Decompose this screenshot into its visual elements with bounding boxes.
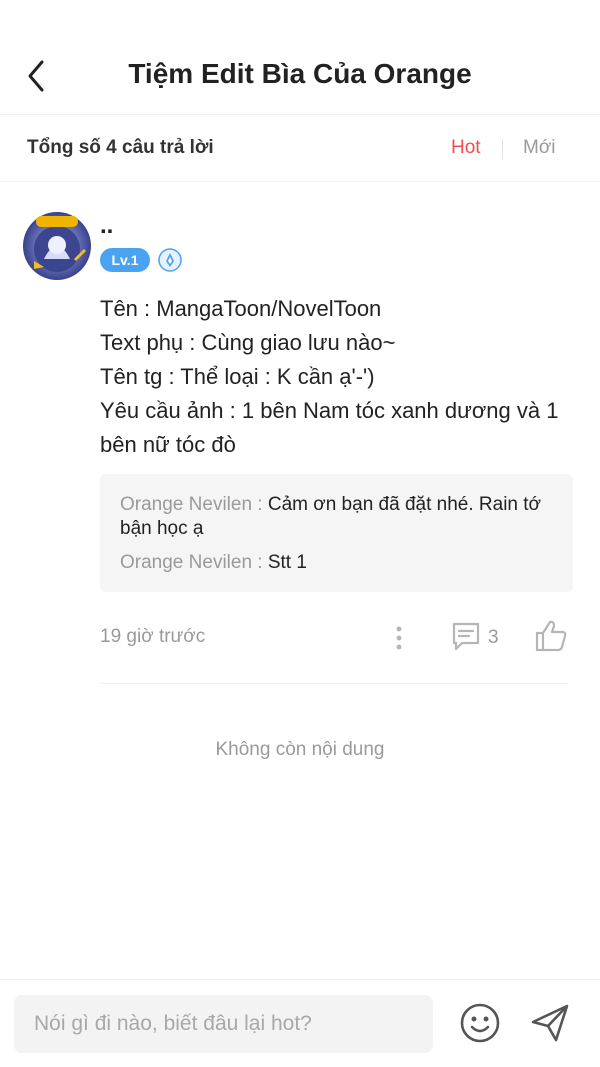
verified-badge-icon [158,248,182,272]
answer-count: Tổng số 4 câu trả lời [27,137,214,158]
comment-composer [0,979,600,1067]
sort-new-tab[interactable]: Mới [523,137,556,159]
page-title: Tiệm Edit Bìa Của Orange [128,58,472,89]
reply-item: Orange Nevilen : Stt 1 [120,551,560,575]
sort-hot-tab[interactable]: Hot [451,137,481,159]
end-of-list-text: Không còn nội dung [215,739,385,760]
sort-divider [502,139,503,159]
more-options-icon[interactable] [388,624,410,652]
emoji-button[interactable] [459,1002,501,1044]
level-badge: Lv.1 [100,248,150,272]
post-content: Tên : MangaToon/NovelToon Text phụ : Cùn… [100,292,580,462]
reply-text: Stt 1 [267,552,307,573]
thumbs-up-icon[interactable] [534,618,568,654]
username[interactable]: .. [100,212,113,240]
smiley-icon [460,1003,500,1043]
avatar[interactable] [22,211,92,281]
comment-input[interactable] [14,995,433,1053]
send-button[interactable] [528,1001,572,1045]
avatar-image [23,212,91,280]
divider [100,683,568,684]
post-line: Text phụ : Cùng giao lưu nào~ [100,330,396,355]
header: Tiệm Edit Bìa Của Orange [0,0,600,115]
comment-icon[interactable] [450,620,482,654]
screen: Tiệm Edit Bìa Của Orange Tổng số 4 câu t… [0,0,600,1067]
reply-item: Orange Nevilen : Cảm ơn bạn đã đặt nhé. … [120,493,560,541]
comment-count: 3 [488,627,499,648]
post-line: Tên : MangaToon/NovelToon [100,296,382,321]
post-line: Yêu cầu ảnh : 1 bên Nam tóc xanh dương v… [100,398,559,423]
answers-summary: Tổng số 4 câu trả lời Hot Mới [0,115,600,182]
send-icon [531,1004,569,1042]
reply-author: Orange Nevilen : [120,494,268,515]
post-line: Tên tg : Thể loại : K cần ạ'-') [100,364,375,389]
reply-author: Orange Nevilen : [120,552,268,573]
post-time: 19 giờ trước [100,626,206,647]
replies-preview[interactable]: Orange Nevilen : Cảm ơn bạn đã đặt nhé. … [100,474,573,592]
post-line: bên nữ tóc đò [100,432,236,457]
